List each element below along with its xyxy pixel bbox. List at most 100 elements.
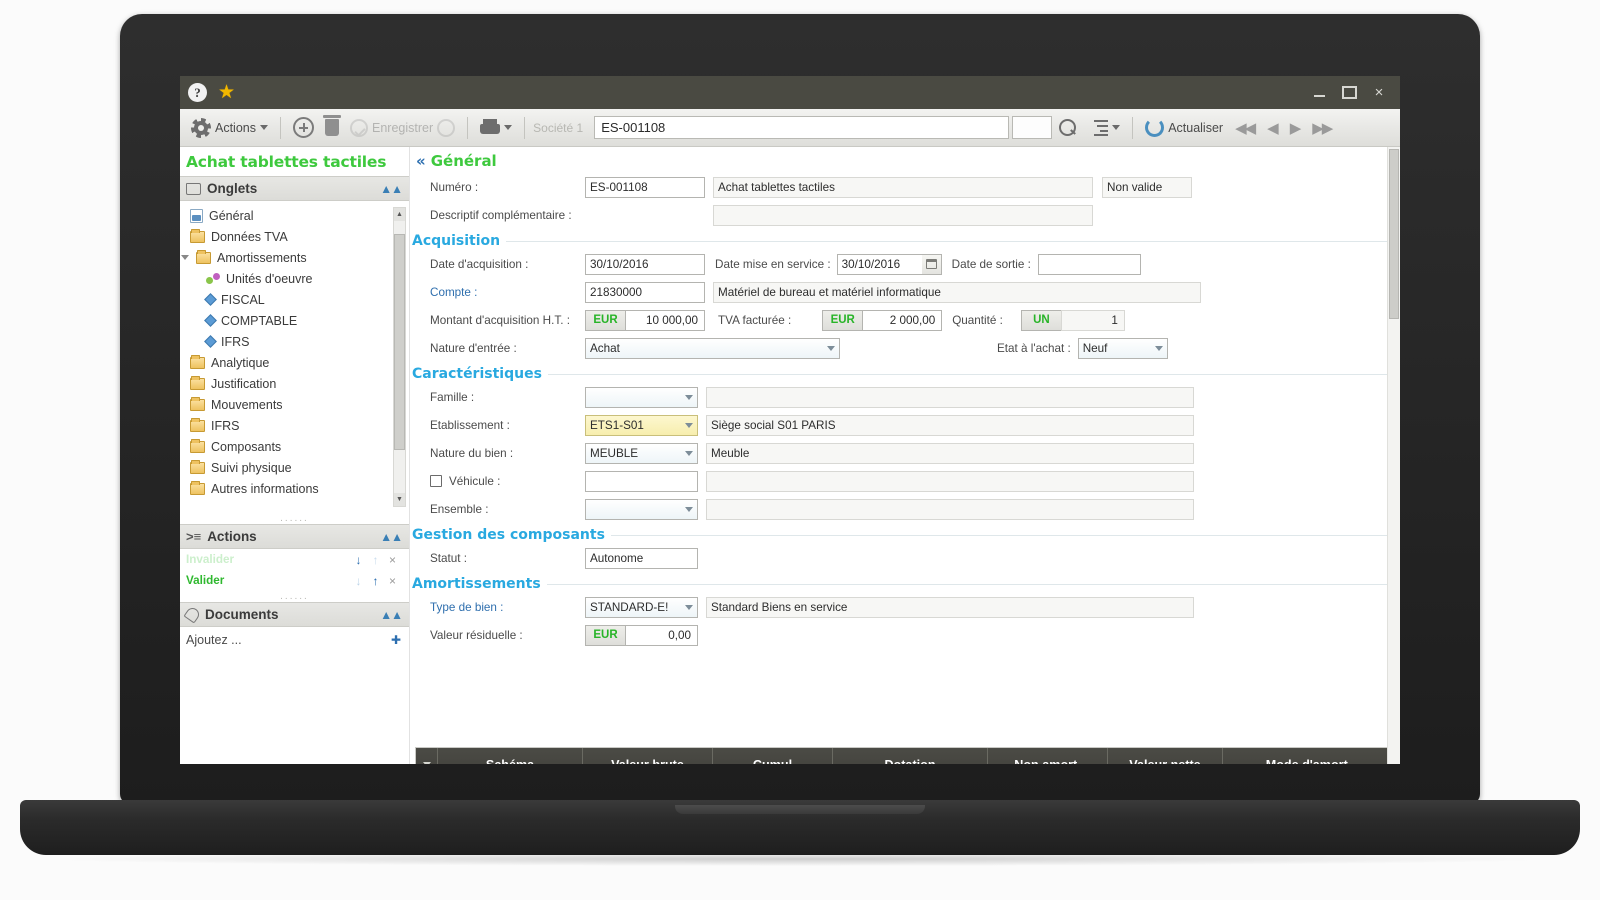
- close-button[interactable]: ×: [1364, 81, 1394, 105]
- panel-resizer[interactable]: ......: [180, 513, 409, 524]
- compte-field[interactable]: 21830000: [585, 281, 705, 303]
- laptop-shadow: [60, 852, 1540, 866]
- etablissement-select[interactable]: ETS1-S01: [585, 414, 698, 436]
- search-input-secondary[interactable]: [1012, 116, 1053, 139]
- minimize-button[interactable]: [1304, 81, 1334, 105]
- designation-field[interactable]: Achat tablettes tactiles: [713, 176, 1093, 198]
- move-down-icon[interactable]: ↓: [350, 553, 367, 567]
- tva-field[interactable]: 2 000,00: [862, 309, 943, 331]
- paperclip-icon: [183, 605, 202, 624]
- sidebar-item-suivi-physique[interactable]: Suivi physique: [180, 457, 409, 478]
- date-acq-field[interactable]: 30/10/2016: [585, 253, 705, 275]
- nature-bien-select[interactable]: MEUBLE: [585, 442, 698, 464]
- maximize-button[interactable]: [1334, 81, 1364, 105]
- collapse-chevron-icon-actions[interactable]: ▲▲: [380, 530, 403, 544]
- sidebar-item-autres-informations[interactable]: Autres informations: [180, 478, 409, 499]
- action-item-invalider[interactable]: Invalider ↓ ↑ ×: [180, 549, 409, 570]
- actions-menu-button[interactable]: Actions: [187, 113, 272, 143]
- sidebar-item-fiscal[interactable]: FISCAL: [180, 289, 409, 310]
- descriptif-field[interactable]: [713, 204, 1093, 226]
- sidebar-item-donn-es-tva[interactable]: Données TVA: [180, 226, 409, 247]
- action-item-valider[interactable]: Valider ↓ ↑ ×: [180, 570, 409, 591]
- search-button[interactable]: [1055, 113, 1081, 143]
- move-up-icon[interactable]: ↑: [367, 574, 384, 588]
- sidebar-item-mouvements[interactable]: Mouvements: [180, 394, 409, 415]
- scroll-up-icon[interactable]: ▲: [394, 208, 405, 221]
- search-input[interactable]: ES-001108: [594, 116, 1010, 139]
- type-bien-value: STANDARD-E!: [590, 600, 669, 614]
- actions-panel-header[interactable]: >≡ Actions ▲▲: [180, 524, 409, 549]
- collapse-chevron-icon[interactable]: ▲▲: [380, 182, 403, 196]
- calendar-icon[interactable]: [921, 253, 942, 275]
- sidebar-item-unit-s-d-oeuvre[interactable]: Unités d'oeuvre: [180, 268, 409, 289]
- column-header-non-amort[interactable]: Non amort.: [988, 748, 1108, 764]
- column-header-dotation[interactable]: Dotation: [833, 748, 988, 764]
- statut-field[interactable]: Autonome: [585, 547, 698, 569]
- vehicule-label: Véhicule :: [449, 474, 501, 488]
- sidebar-item-amortissements[interactable]: Amortissements: [180, 247, 409, 268]
- scroll-thumb[interactable]: [394, 234, 405, 450]
- remove-icon[interactable]: ×: [384, 574, 401, 588]
- numero-field[interactable]: ES-001108: [585, 176, 705, 198]
- add-document-icon[interactable]: ✚: [391, 633, 401, 647]
- quantite-field[interactable]: 1: [1060, 309, 1125, 331]
- onglets-panel-header[interactable]: Onglets ▲▲: [180, 176, 409, 201]
- move-up-icon[interactable]: ↑: [367, 553, 384, 567]
- etat-achat-select[interactable]: Neuf: [1077, 337, 1168, 359]
- save-button[interactable]: Enregistrer: [346, 113, 459, 143]
- descriptif-label: Descriptif complémentaire :: [430, 208, 572, 222]
- date-sortie-field[interactable]: [1037, 253, 1141, 275]
- date-mes-field[interactable]: 30/10/2016: [836, 253, 922, 275]
- move-down-icon[interactable]: ↓: [350, 574, 367, 588]
- nav-next-button[interactable]: ▶: [1285, 119, 1305, 137]
- nav-prev-button[interactable]: ◀: [1262, 119, 1282, 137]
- nav-last-button[interactable]: ▶▶: [1307, 119, 1336, 137]
- folder-icon: [190, 438, 205, 453]
- famille-desc-field: [706, 386, 1194, 408]
- scroll-down-icon[interactable]: ▼: [394, 493, 405, 506]
- statut-label: Statut :: [430, 551, 468, 565]
- vehicule-checkbox[interactable]: [430, 475, 442, 487]
- sidebar-item-analytique[interactable]: Analytique: [180, 352, 409, 373]
- grid-select-column-header[interactable]: [416, 748, 438, 764]
- ensemble-select[interactable]: [585, 498, 698, 520]
- sidebar-item-composants[interactable]: Composants: [180, 436, 409, 457]
- column-header-cumul[interactable]: Cumul: [713, 748, 833, 764]
- sidebar-item-justification[interactable]: Justification: [180, 373, 409, 394]
- form-scrollbar[interactable]: [1387, 147, 1400, 764]
- montant-field[interactable]: 10 000,00: [625, 309, 705, 331]
- help-circle-icon[interactable]: ?: [188, 83, 207, 102]
- add-button[interactable]: [289, 113, 318, 143]
- sidebar-item-comptable[interactable]: COMPTABLE: [180, 310, 409, 331]
- star-icon[interactable]: ★: [218, 83, 235, 102]
- row-nature-bien: Nature du bien : MEUBLE Meuble: [410, 440, 1400, 466]
- documents-panel-header[interactable]: Documents ▲▲: [180, 602, 409, 627]
- actions-menu-label: Actions: [215, 120, 256, 135]
- collapse-left-icon[interactable]: «: [416, 152, 426, 170]
- tree-scrollbar[interactable]: ▲ ▼: [393, 207, 406, 507]
- add-document-row[interactable]: Ajoutez ... ✚: [180, 627, 409, 652]
- column-header-schema[interactable]: Schéma: [438, 748, 583, 764]
- refresh-button[interactable]: Actualiser: [1141, 113, 1227, 143]
- column-header-valeur-nette[interactable]: Valeur nette: [1108, 748, 1223, 764]
- company-label: Société 1: [533, 120, 584, 135]
- sidebar-item-g-n-ral[interactable]: Général: [180, 205, 409, 226]
- collapse-chevron-icon-docs[interactable]: ▲▲: [380, 608, 403, 622]
- sidebar-item-ifrs[interactable]: IFRS: [180, 415, 409, 436]
- vehicule-field[interactable]: [585, 470, 698, 492]
- remove-icon[interactable]: ×: [384, 553, 401, 567]
- panel-resizer-2[interactable]: ......: [180, 591, 409, 602]
- type-bien-select[interactable]: STANDARD-E!: [585, 596, 698, 618]
- print-button[interactable]: [476, 113, 516, 143]
- sort-button[interactable]: [1084, 113, 1124, 143]
- famille-select[interactable]: [585, 386, 698, 408]
- delete-button[interactable]: [321, 113, 343, 143]
- expander-icon[interactable]: [181, 255, 189, 260]
- sidebar-item-ifrs[interactable]: IFRS: [180, 331, 409, 352]
- form-scroll-thumb[interactable]: [1389, 149, 1399, 319]
- nature-entree-select[interactable]: Achat: [585, 337, 840, 359]
- valeur-res-field[interactable]: 0,00: [625, 624, 698, 646]
- column-header-valeur-brute[interactable]: Valeur brute: [583, 748, 713, 764]
- column-header-mode[interactable]: Mode d'amort.: [1223, 748, 1391, 765]
- nav-first-button[interactable]: ◀◀: [1230, 119, 1259, 137]
